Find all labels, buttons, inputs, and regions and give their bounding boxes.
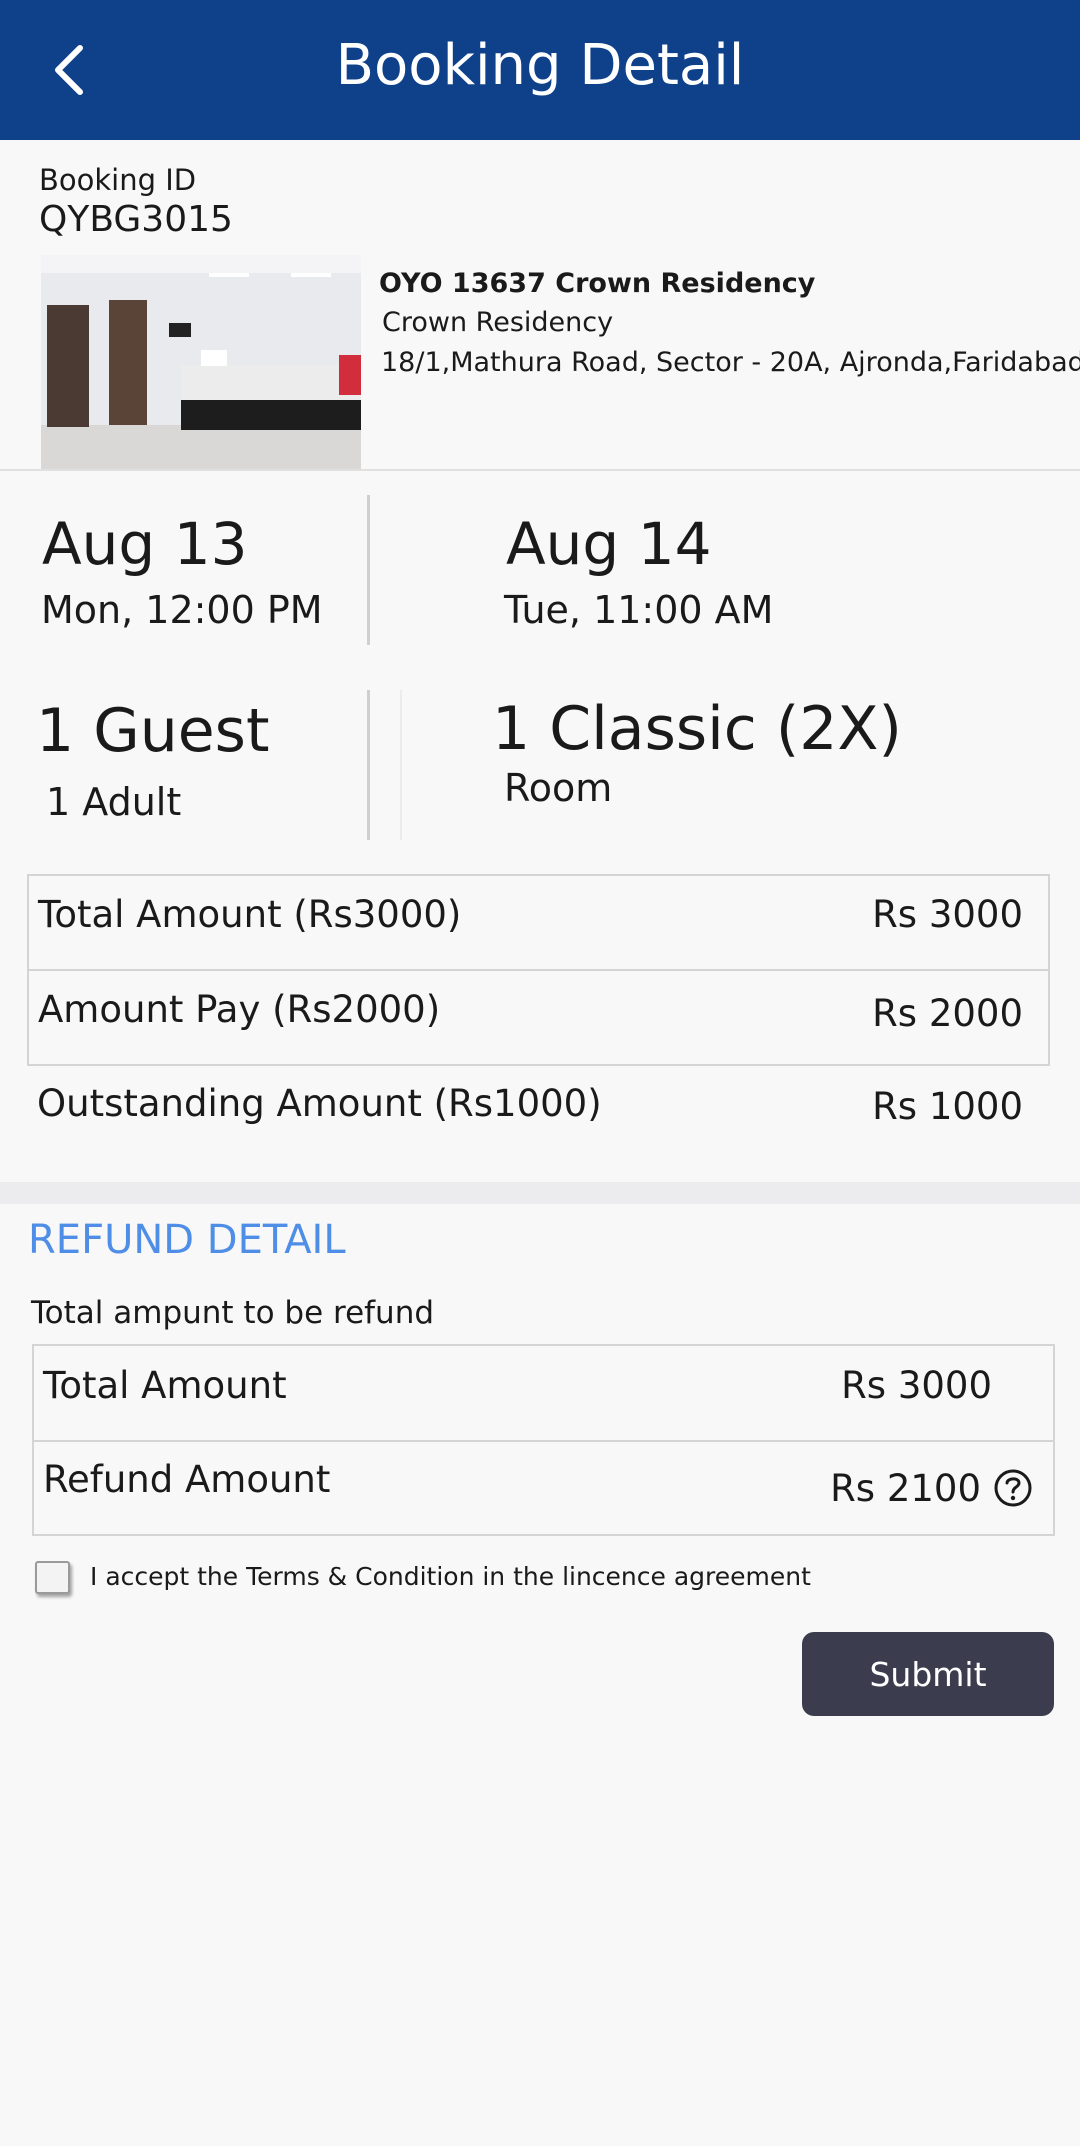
refund-total-label: Total Amount [43, 1364, 287, 1407]
section-band [0, 1182, 1080, 1204]
app-header: Booking Detail [0, 0, 1080, 140]
submit-button[interactable]: Submit [802, 1632, 1054, 1716]
hotel-photo [41, 255, 361, 469]
outstanding-amount-value: Rs 1000 [872, 1085, 1023, 1128]
hotel-name: OYO 13637 Crown Residency [379, 268, 816, 299]
outstanding-amount-label: Outstanding Amount (Rs1000) [37, 1082, 602, 1125]
checkin-time: Mon, 12:00 PM [41, 588, 323, 632]
room-type: 1 Classic (2X) [492, 694, 902, 764]
refund-amount-label: Refund Amount [43, 1458, 331, 1501]
guest-divider-shadow [400, 690, 402, 840]
refund-amount-value: Rs 2100 [830, 1467, 981, 1510]
amount-pay-value: Rs 2000 [872, 992, 1023, 1035]
guest-count: 1 Guest [36, 696, 270, 766]
booking-id-label: Booking ID [39, 163, 197, 197]
hotel-subtitle: Crown Residency [382, 307, 614, 338]
checkout-time: Tue, 11:00 AM [504, 588, 774, 632]
room-label: Room [504, 766, 613, 810]
amount-pay-label: Amount Pay (Rs2000) [38, 988, 441, 1031]
table-divider [29, 969, 1048, 971]
refund-subtitle: Total ampunt to be refund [31, 1295, 435, 1331]
page-title: Booking Detail [335, 32, 745, 98]
booking-detail-screen: Booking Detail Booking ID QYBG3015 OYO 1… [0, 0, 1080, 2146]
adult-count: 1 Adult [46, 780, 182, 824]
total-amount-label: Total Amount (Rs3000) [38, 893, 462, 936]
section-divider [0, 469, 1080, 471]
table-divider [34, 1440, 1053, 1442]
booking-id-value: QYBG3015 [39, 199, 233, 240]
date-divider [367, 495, 370, 645]
terms-text: I accept the Terms & Condition in the li… [90, 1562, 811, 1591]
terms-checkbox[interactable] [35, 1561, 70, 1594]
checkout-date: Aug 14 [506, 510, 712, 578]
guest-divider [367, 690, 370, 840]
refund-section-title: REFUND DETAIL [28, 1217, 346, 1263]
total-amount-value: Rs 3000 [872, 893, 1023, 936]
checkin-date: Aug 13 [42, 510, 248, 578]
refund-total-value: Rs 3000 [841, 1364, 992, 1407]
help-icon[interactable] [993, 1468, 1033, 1508]
hotel-address: 18/1,Mathura Road, Sector - 20A, Ajronda… [381, 347, 1080, 378]
